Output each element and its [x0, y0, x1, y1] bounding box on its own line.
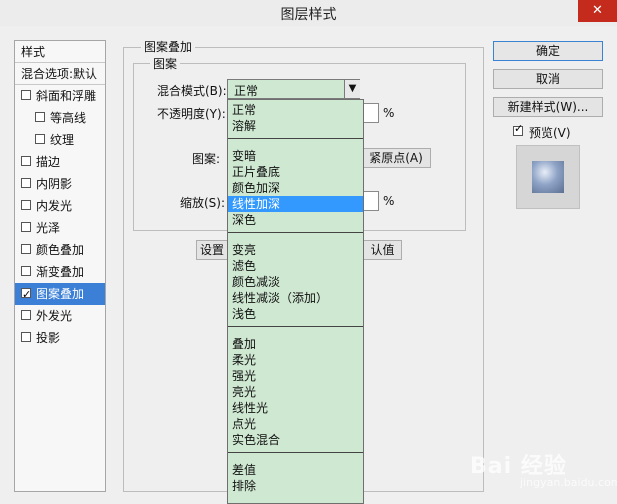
- opacity-input[interactable]: [362, 103, 379, 123]
- style-item-label: 光泽: [36, 221, 61, 235]
- style-item-label: 纹理: [50, 133, 75, 147]
- new-style-button[interactable]: 新建样式(W)...: [493, 97, 603, 117]
- preview-toggle[interactable]: 预览(V): [513, 122, 613, 142]
- style-item-checkbox[interactable]: [21, 244, 31, 254]
- close-icon: ✕: [592, 3, 603, 18]
- dropdown-option[interactable]: 强光: [228, 368, 363, 384]
- dropdown-option[interactable]: 点光: [228, 416, 363, 432]
- watermark-url: jingyan.baidu.com: [520, 476, 617, 489]
- preview-label: 预览(V): [529, 126, 571, 140]
- dropdown-option[interactable]: 溶解: [228, 118, 363, 134]
- blend-options-item[interactable]: 混合选项:默认: [15, 63, 105, 85]
- dropdown-option[interactable]: 排除: [228, 478, 363, 494]
- dropdown-option[interactable]: 线性光: [228, 400, 363, 416]
- dropdown-option[interactable]: 变暗: [228, 148, 363, 164]
- ok-button[interactable]: 确定: [493, 41, 603, 61]
- dropdown-option[interactable]: 深色: [228, 212, 363, 228]
- style-item-checkbox[interactable]: [21, 284, 31, 305]
- dropdown-option[interactable]: 亮光: [228, 384, 363, 400]
- style-item-label: 图案叠加: [36, 287, 85, 301]
- style-item[interactable]: 内阴影: [15, 173, 105, 195]
- dropdown-option[interactable]: 线性减淡（添加）: [228, 290, 363, 306]
- preview-checkbox[interactable]: [513, 122, 523, 136]
- style-item-label: 渐变叠加: [36, 265, 85, 279]
- style-list: 样式 混合选项:默认 斜面和浮雕等高线纹理描边内阴影内发光光泽颜色叠加渐变叠加图…: [14, 40, 106, 492]
- chevron-down-icon[interactable]: ▼: [344, 80, 360, 98]
- style-item-label: 外发光: [36, 309, 73, 323]
- blend-mode-dropdown[interactable]: 正常 溶解变暗 正片叠底 颜色加深 线性加深 深色变亮 滤色 颜色减淡 线性减淡（添加） 浅色叠加…: [227, 99, 364, 504]
- style-item[interactable]: 纹理: [15, 129, 105, 151]
- style-item-checkbox[interactable]: [35, 134, 45, 144]
- style-item[interactable]: 图案叠加: [15, 283, 105, 305]
- style-item-label: 等高线: [50, 111, 87, 125]
- dropdown-option[interactable]: 叠加: [228, 336, 363, 352]
- style-item[interactable]: 描边: [15, 151, 105, 173]
- dropdown-option[interactable]: 差值: [228, 462, 363, 478]
- style-item[interactable]: 斜面和浮雕: [15, 85, 105, 107]
- opacity-label: 不透明度(Y):: [157, 107, 226, 121]
- dropdown-separator: [228, 452, 363, 453]
- dropdown-option[interactable]: 颜色加深: [228, 180, 363, 196]
- style-item-checkbox[interactable]: [21, 178, 31, 188]
- close-button[interactable]: ✕: [578, 0, 617, 22]
- opacity-unit: %: [383, 106, 395, 120]
- style-item-label: 斜面和浮雕: [36, 89, 97, 103]
- style-item[interactable]: 投影: [15, 327, 105, 349]
- style-item[interactable]: 等高线: [15, 107, 105, 129]
- dropdown-separator: [228, 232, 363, 233]
- scale-input[interactable]: [362, 191, 379, 211]
- dropdown-option[interactable]: 滤色: [228, 258, 363, 274]
- dropdown-option[interactable]: 线性加深: [228, 196, 363, 212]
- pattern-subgroup-title: 图案: [150, 55, 181, 72]
- style-item[interactable]: 内发光: [15, 195, 105, 217]
- style-item[interactable]: 光泽: [15, 217, 105, 239]
- style-item-checkbox[interactable]: [35, 112, 45, 122]
- cancel-button[interactable]: 取消: [493, 69, 603, 89]
- dropdown-option[interactable]: 柔光: [228, 352, 363, 368]
- blend-mode-value: 正常: [234, 84, 259, 98]
- dropdown-option[interactable]: 浅色: [228, 306, 363, 322]
- style-item-checkbox[interactable]: [21, 200, 31, 210]
- style-item-label: 投影: [36, 331, 61, 345]
- style-item-label: 描边: [36, 155, 61, 169]
- style-item-label: 内阴影: [36, 177, 73, 191]
- dropdown-option[interactable]: 正常: [228, 102, 363, 118]
- dropdown-option[interactable]: 变亮: [228, 242, 363, 258]
- pattern-label: 图案:: [192, 152, 221, 166]
- style-item[interactable]: 外发光: [15, 305, 105, 327]
- style-item-checkbox[interactable]: [21, 332, 31, 342]
- dropdown-option[interactable]: 正片叠底: [228, 164, 363, 180]
- style-item-checkbox[interactable]: [21, 222, 31, 232]
- preview-swatch: [532, 161, 564, 193]
- style-item[interactable]: 渐变叠加: [15, 261, 105, 283]
- dropdown-separator: [228, 326, 363, 327]
- reset-default-button[interactable]: 认值: [364, 240, 402, 260]
- snap-origin-button[interactable]: 紧原点(A): [362, 148, 431, 168]
- style-list-header[interactable]: 样式: [15, 41, 105, 63]
- style-item[interactable]: 颜色叠加: [15, 239, 105, 261]
- pattern-overlay-title: 图案叠加: [141, 38, 196, 55]
- style-item-label: 颜色叠加: [36, 243, 85, 257]
- dropdown-option[interactable]: 实色混合: [228, 432, 363, 448]
- style-item-checkbox[interactable]: [21, 310, 31, 320]
- style-item-checkbox[interactable]: [21, 266, 31, 276]
- dropdown-separator: [228, 138, 363, 139]
- scale-label: 缩放(S):: [180, 196, 226, 210]
- blend-mode-select[interactable]: 正常 ▼: [227, 79, 360, 99]
- blend-mode-label: 混合模式(B):: [157, 84, 227, 98]
- window-title: 图层样式: [280, 7, 337, 23]
- style-item-checkbox[interactable]: [21, 156, 31, 166]
- scale-unit: %: [383, 194, 395, 208]
- set-default-button[interactable]: 设置: [196, 240, 227, 260]
- dropdown-option[interactable]: 颜色减淡: [228, 274, 363, 290]
- style-item-label: 内发光: [36, 199, 73, 213]
- style-item-checkbox[interactable]: [21, 90, 31, 100]
